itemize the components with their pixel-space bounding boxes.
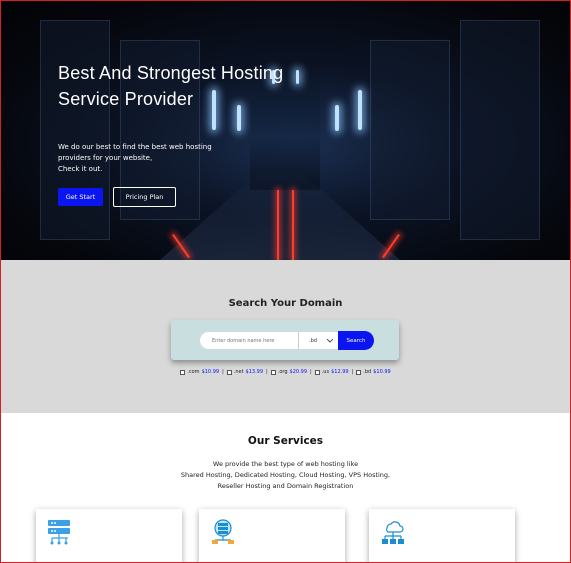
tld-checkbox[interactable] bbox=[270, 369, 276, 375]
tld-ext: .com bbox=[187, 369, 200, 375]
pricing-plan-button[interactable]: Pricing Plan bbox=[113, 187, 176, 207]
tld-separator: | bbox=[310, 369, 312, 375]
hero-subtitle-line: providers for your website, bbox=[58, 154, 153, 162]
tld-price: $10.99 bbox=[373, 369, 391, 375]
tld-price: $12.99 bbox=[331, 369, 349, 375]
tld-checkbox[interactable] bbox=[356, 369, 362, 375]
tld-separator: | bbox=[351, 369, 354, 375]
tld-ext: .net bbox=[233, 369, 244, 375]
tld-select-value: .bd bbox=[309, 337, 317, 344]
chevron-down-icon bbox=[327, 338, 333, 343]
domain-search-title: Search Your Domain bbox=[228, 298, 343, 309]
tld-option[interactable]: .us $12.99 bbox=[314, 369, 349, 375]
server-rack-icon bbox=[48, 520, 70, 545]
tld-option[interactable]: .com $10.99 bbox=[180, 369, 219, 375]
services-description: We provide the best type of web hosting … bbox=[0, 459, 571, 492]
domain-search-input[interactable] bbox=[200, 332, 298, 349]
hero-subtitle-line: We do our best to find the best web host… bbox=[58, 143, 212, 151]
tld-separator: | bbox=[266, 369, 268, 375]
background-server-rack bbox=[40, 20, 110, 240]
domain-search-section: Search Your Domain .bd Search .com $10.9… bbox=[0, 260, 571, 413]
hero-title: Best And Strongest Hosting Service Provi… bbox=[58, 63, 284, 109]
tld-price: $10.99 bbox=[201, 369, 220, 375]
tld-price-list: .com $10.99 | .net $13.99 | .org $20.99 … bbox=[0, 369, 571, 375]
tld-select[interactable]: .bd bbox=[298, 332, 338, 349]
hero-section: Best And Strongest Hosting Service Provi… bbox=[0, 0, 571, 260]
tld-separator: | bbox=[222, 369, 224, 375]
background-red-light bbox=[292, 190, 294, 260]
background-light bbox=[335, 105, 339, 131]
tld-ext: .us bbox=[321, 369, 330, 375]
cloud-network-icon bbox=[382, 521, 404, 544]
background-red-light bbox=[277, 190, 279, 260]
service-card[interactable] bbox=[369, 509, 515, 563]
background-light bbox=[358, 90, 362, 130]
get-start-button[interactable]: Get Start bbox=[58, 188, 103, 206]
tld-option[interactable]: .org $20.99 bbox=[270, 369, 308, 375]
domain-search-box: .bd Search bbox=[171, 320, 399, 360]
tld-option[interactable]: .bd $10.99 bbox=[356, 369, 391, 375]
domain-search-button[interactable]: Search bbox=[338, 331, 374, 350]
tld-option[interactable]: .net $13.99 bbox=[226, 369, 264, 375]
tld-checkbox[interactable] bbox=[180, 369, 186, 375]
services-title: Our Services bbox=[247, 435, 324, 447]
service-card[interactable] bbox=[199, 509, 345, 563]
service-card[interactable] bbox=[36, 509, 182, 563]
dedicated-server-icon bbox=[212, 519, 234, 544]
tld-ext: .bd bbox=[363, 369, 372, 375]
tld-checkbox[interactable] bbox=[314, 369, 320, 375]
background-server-rack bbox=[370, 40, 450, 220]
background-server-rack bbox=[460, 20, 540, 240]
tld-price: $20.99 bbox=[289, 369, 308, 375]
tld-ext: .org bbox=[277, 369, 288, 375]
services-description-line: We provide the best type of web hosting … bbox=[212, 460, 359, 468]
tld-price: $13.99 bbox=[245, 369, 264, 375]
hero-subtitle: We do our best to find the best web host… bbox=[58, 142, 228, 175]
services-description-line: Shared Hosting, Dedicated Hosting, Cloud… bbox=[180, 471, 391, 479]
services-description-line: Reseller Hosting and Domain Registration bbox=[217, 482, 354, 490]
tld-checkbox[interactable] bbox=[226, 369, 232, 375]
hero-subtitle-line: Check it out. bbox=[58, 165, 103, 173]
